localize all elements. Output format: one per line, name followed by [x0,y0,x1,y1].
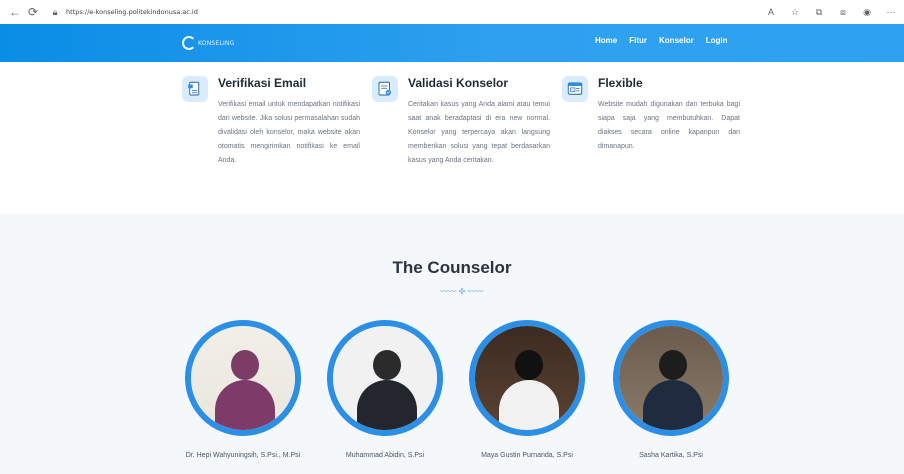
counselor-name: Dr. Hepi Wahyuningsih, S.Psi., M.Psi [185,452,301,459]
feature-title: Validasi Konselor [408,76,509,90]
extensions-icon[interactable]: ⧈ [836,3,850,21]
photo-head [515,350,543,380]
counselor-photo [613,320,729,436]
feature-title: Verifikasi Email [218,76,307,90]
feature-title: Flexible [598,76,643,90]
browser-window-icon-graphic [567,82,583,95]
collections-icon[interactable]: ⧉ [812,3,826,21]
validation-doc-icon [372,76,398,102]
browser-window-icon [562,76,588,102]
photo-head [659,350,687,380]
photo-head [231,350,259,380]
nav-fitur[interactable]: Fitur [629,36,647,45]
browser-toolbar: ← ⟳ 🔒︎ https://e-konseling.politekindonu… [0,0,904,24]
main-nav: Home Fitur Konselor Login [595,36,727,45]
counselor-photo [327,320,443,436]
counselor-photo [185,320,301,436]
photo-body [499,380,559,430]
lock-icon: 🔒︎ [52,6,58,17]
address-bar[interactable]: 🔒︎ https://e-konseling.politekindonusa.a… [50,3,198,21]
reader-icon[interactable]: A [764,3,778,21]
browser-actions: A ☆ ⧉ ⧈ ◉ ⋯ [764,3,898,21]
counselor-list: Dr. Hepi Wahyuningsih, S.Psi., M.Psi Muh… [0,320,904,460]
logo-mark-icon [182,36,196,50]
site-header: KONSELING Home Fitur Konselor Login [0,24,904,62]
counselor-name: Maya Gustin Purnanda, S.Psi [481,452,573,459]
photo-head [373,350,401,380]
photo-body [643,380,703,430]
feature-text: Website mudah digunakan dan terbuka bagi… [598,101,740,150]
features-section: Verifikasi Email Verifikasi email untuk … [0,62,904,214]
photo-body [215,380,275,430]
url-text: https://e-konseling.politekindonusa.ac.i… [66,8,198,16]
nav-login[interactable]: Login [706,36,728,45]
more-icon[interactable]: ⋯ [884,3,898,21]
feature-text: Verifikasi email untuk mendapatkan notif… [218,101,360,164]
feature-text: Ceritakan kasus yang Anda alami atau tem… [408,101,550,164]
back-icon[interactable]: ← [6,3,24,21]
counselor-name: Muhammad Abidin, S.Psi [345,452,425,459]
validation-doc-icon-graphic [378,81,391,96]
logo-text: KONSELING [198,39,235,47]
counselor-section: The Counselor 〰〰 ✣ 〰〰 Dr. Hepi Wahyuning… [0,214,904,474]
email-doc-icon-graphic [188,81,200,96]
site-logo[interactable]: KONSELING [182,36,234,50]
photo-body [357,380,417,430]
nav-konselor[interactable]: Konselor [659,36,694,45]
counselor-photo [469,320,585,436]
nav-home[interactable]: Home [595,36,617,45]
favorite-icon[interactable]: ☆ [788,3,802,21]
counselor-name: Sasha Kartika, S.Psi [639,452,703,459]
section-title: The Counselor [392,258,512,277]
profile-icon[interactable]: ◉ [860,3,874,21]
reload-icon[interactable]: ⟳ [24,3,42,21]
wave-divider-icon: 〰〰 ✣ 〰〰 [440,287,484,296]
email-doc-icon [182,76,208,102]
